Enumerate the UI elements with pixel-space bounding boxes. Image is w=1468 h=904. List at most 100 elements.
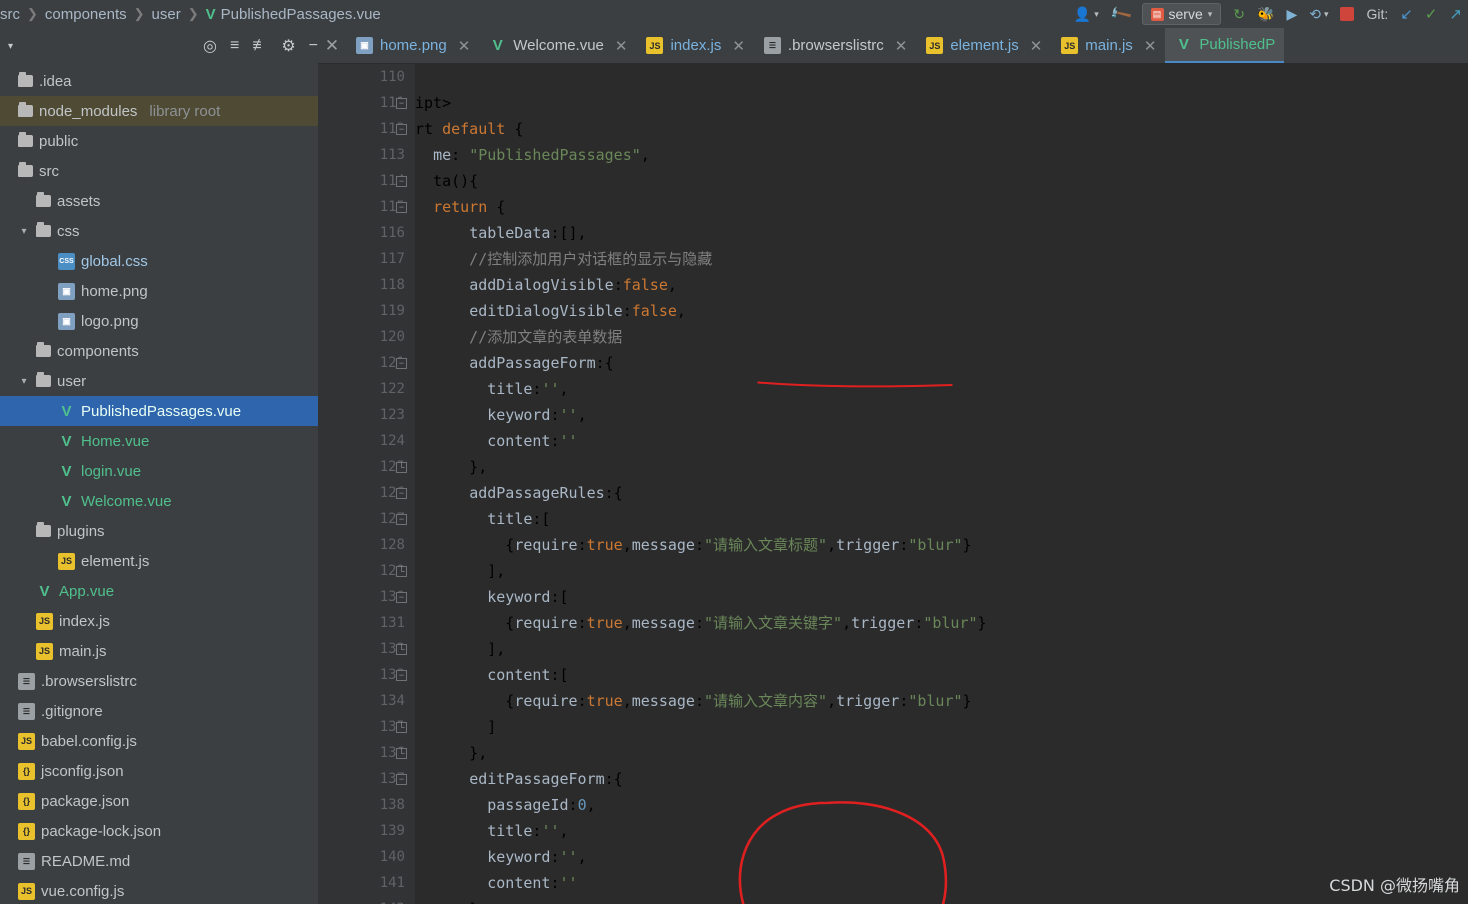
code-line[interactable]: addDialogVisible:false,: [415, 272, 1468, 298]
bug-icon[interactable]: 🐝: [1257, 6, 1274, 23]
tree-item-babel-config-js[interactable]: JS babel.config.js: [0, 726, 318, 756]
tree-item-jsconfig-json[interactable]: {} jsconfig.json: [0, 756, 318, 786]
code-line[interactable]: rt default {: [415, 116, 1468, 142]
code-line[interactable]: //添加文章的表单数据: [415, 324, 1468, 350]
close-icon[interactable]: ✕: [1030, 37, 1043, 55]
code-line[interactable]: {require:true,message:"请输入文章关键字",trigger…: [415, 610, 1468, 636]
tree-item-readme-md[interactable]: ☰ README.md: [0, 846, 318, 876]
tree-item-node-modules[interactable]: node_modules library root: [0, 96, 318, 126]
code-line[interactable]: content:'': [415, 428, 1468, 454]
tree-item-vue-config-js[interactable]: JS vue.config.js: [0, 876, 318, 904]
tree-item-src[interactable]: src: [0, 156, 318, 186]
tree-item-home-vue[interactable]: V Home.vue: [0, 426, 318, 456]
code-line[interactable]: editDialogVisible:false,: [415, 298, 1468, 324]
run-configuration-selector[interactable]: ▤ serve ▾: [1141, 3, 1222, 25]
tree-item-plugins[interactable]: plugins: [0, 516, 318, 546]
close-icon[interactable]: ✕: [732, 37, 745, 55]
code-content[interactable]: ipt> rt default { me: "PublishedPassages"…: [415, 64, 1468, 904]
tree-item--idea[interactable]: .idea: [0, 66, 318, 96]
tree-item-global-css[interactable]: CSS global.css: [0, 246, 318, 276]
fold-end-icon[interactable]: └: [396, 644, 407, 655]
tree-item-welcome-vue[interactable]: V Welcome.vue: [0, 486, 318, 516]
code-line[interactable]: addPassageForm:{: [415, 350, 1468, 376]
close-icon[interactable]: ✕: [1144, 37, 1157, 55]
fold-end-icon[interactable]: └: [396, 462, 407, 473]
gear-icon[interactable]: ⚙: [281, 36, 295, 56]
refresh-icon[interactable]: ↻: [1233, 6, 1245, 23]
code-line[interactable]: {require:true,message:"请输入文章内容",trigger:…: [415, 688, 1468, 714]
code-line[interactable]: ]: [415, 714, 1468, 740]
close-icon[interactable]: ✕: [458, 37, 471, 55]
tree-item-css[interactable]: ▾ css: [0, 216, 318, 246]
code-line[interactable]: return {: [415, 194, 1468, 220]
tree-item-home-png[interactable]: ▣ home.png: [0, 276, 318, 306]
code-line[interactable]: },: [415, 896, 1468, 904]
tree-item-element-js[interactable]: JS element.js: [0, 546, 318, 576]
tree-item-main-js[interactable]: JS main.js: [0, 636, 318, 666]
code-line[interactable]: keyword:'',: [415, 844, 1468, 870]
tab-element-js[interactable]: JS element.js ✕: [916, 28, 1051, 63]
code-line[interactable]: ],: [415, 558, 1468, 584]
close-icon[interactable]: ✕: [615, 37, 628, 55]
tree-item-package-lock-json[interactable]: {} package-lock.json: [0, 816, 318, 846]
code-line[interactable]: content:[: [415, 662, 1468, 688]
chevron-down-icon[interactable]: ▾: [8, 41, 13, 52]
hide-icon[interactable]: −: [309, 37, 318, 55]
breadcrumb-src[interactable]: src: [0, 6, 20, 23]
tab-welcome-vue[interactable]: V Welcome.vue ✕: [479, 28, 636, 63]
chevron-down-icon[interactable]: ▾: [18, 376, 30, 387]
code-editor[interactable]: 110 111 112 113 114 115 116 117 118 119 120 121 122 1…: [318, 64, 1468, 904]
code-line[interactable]: keyword:[: [415, 584, 1468, 610]
coverage-icon[interactable]: ⟲ ▾: [1309, 6, 1328, 23]
tree-item--browserslistrc[interactable]: ☰ .browserslistrc: [0, 666, 318, 696]
close-icon[interactable]: ✕: [318, 28, 346, 63]
tree-item-user[interactable]: ▾ user: [0, 366, 318, 396]
tree-item-assets[interactable]: assets: [0, 186, 318, 216]
code-line[interactable]: addPassageRules:{: [415, 480, 1468, 506]
collapse-all-icon[interactable]: ≢: [252, 37, 268, 55]
fold-collapse-icon[interactable]: −: [396, 774, 407, 785]
code-line[interactable]: passageId:0,: [415, 792, 1468, 818]
person-icon[interactable]: 👤 ▾: [1074, 6, 1099, 23]
breadcrumb-components[interactable]: components: [45, 6, 127, 23]
code-line[interactable]: [415, 64, 1468, 90]
tree-item-logo-png[interactable]: ▣ logo.png: [0, 306, 318, 336]
fold-collapse-icon[interactable]: −: [396, 358, 407, 369]
code-line[interactable]: {require:true,message:"请输入文章标题",trigger:…: [415, 532, 1468, 558]
fold-end-icon[interactable]: └: [396, 748, 407, 759]
code-line[interactable]: ta(){: [415, 168, 1468, 194]
fold-collapse-icon[interactable]: −: [396, 488, 407, 499]
code-line[interactable]: keyword:'',: [415, 402, 1468, 428]
push-icon[interactable]: ↗: [1449, 5, 1462, 23]
code-line[interactable]: },: [415, 740, 1468, 766]
code-line[interactable]: ],: [415, 636, 1468, 662]
code-line[interactable]: //控制添加用户对话框的显示与隐藏: [415, 246, 1468, 272]
commit-icon[interactable]: ✓: [1425, 5, 1438, 23]
tree-item--gitignore[interactable]: ☰ .gitignore: [0, 696, 318, 726]
tree-item-publishedpassages-vue[interactable]: V PublishedPassages.vue: [0, 396, 318, 426]
fold-collapse-icon[interactable]: −: [396, 176, 407, 187]
tree-item-login-vue[interactable]: Vlogin.vue: [0, 456, 318, 486]
chevron-down-icon[interactable]: ▾: [18, 226, 30, 237]
fold-gutter[interactable]: −−−−−└−−└−└−└└−└: [396, 64, 415, 904]
fold-end-icon[interactable]: └: [396, 566, 407, 577]
code-line[interactable]: title:[: [415, 506, 1468, 532]
fold-end-icon[interactable]: └: [396, 722, 407, 733]
update-project-icon[interactable]: ↙: [1400, 5, 1413, 23]
tab-index-js[interactable]: JS index.js ✕: [636, 28, 753, 63]
code-line[interactable]: title:'',: [415, 376, 1468, 402]
tab-main-js[interactable]: JS main.js ✕: [1051, 28, 1165, 63]
tree-item-public[interactable]: public: [0, 126, 318, 156]
stop-icon[interactable]: [1340, 7, 1355, 21]
breadcrumb-file[interactable]: PublishedPassages.vue: [221, 6, 381, 23]
tree-item-index-js[interactable]: JS index.js: [0, 606, 318, 636]
code-line[interactable]: },: [415, 454, 1468, 480]
breadcrumb-user[interactable]: user: [152, 6, 181, 23]
tab-home-png[interactable]: ▣ home.png ✕: [346, 28, 479, 63]
fold-collapse-icon[interactable]: −: [396, 98, 407, 109]
fold-collapse-icon[interactable]: −: [396, 514, 407, 525]
fold-collapse-icon[interactable]: −: [396, 202, 407, 213]
fold-collapse-icon[interactable]: −: [396, 670, 407, 681]
code-line[interactable]: editPassageForm:{: [415, 766, 1468, 792]
fold-collapse-icon[interactable]: −: [396, 592, 407, 603]
